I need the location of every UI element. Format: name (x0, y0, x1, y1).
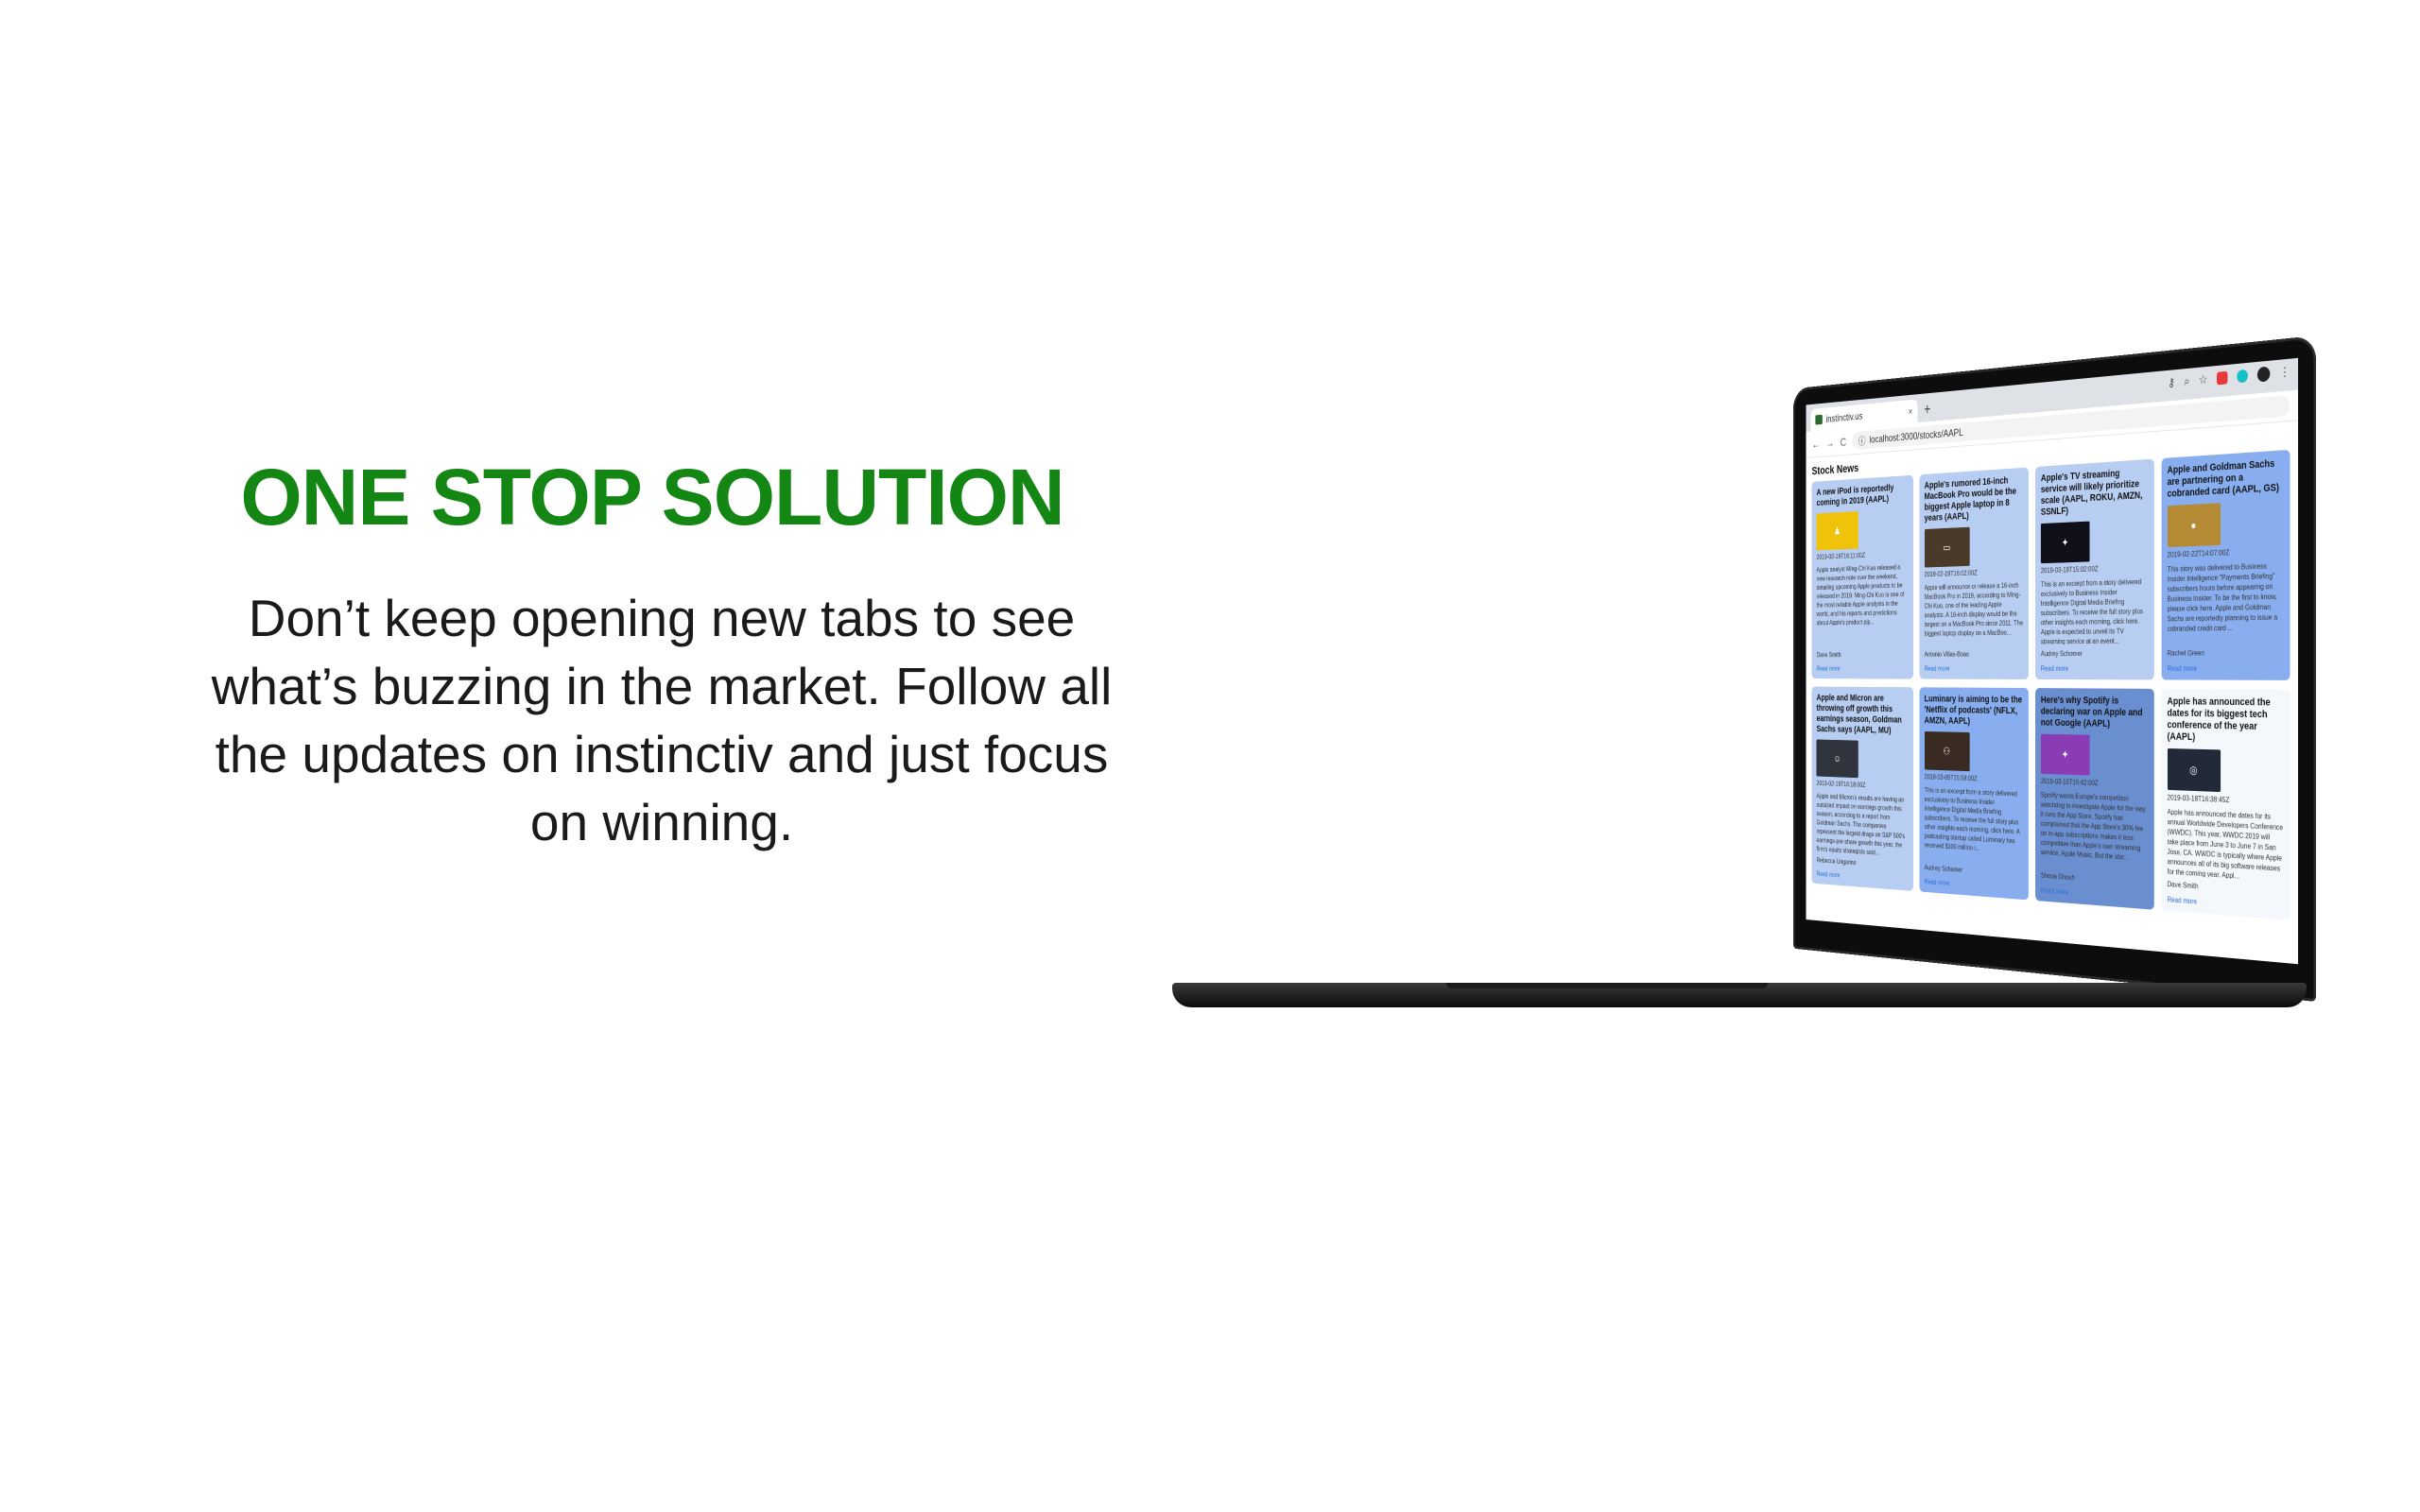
news-thumbnail: ✦ (2040, 521, 2090, 564)
laptop-icon: ▭ (1943, 541, 1951, 554)
read-more-link[interactable]: Read more (2168, 896, 2284, 913)
profile-avatar[interactable] (2256, 366, 2271, 383)
news-card-date: 2019-02-19T16:11:00Z (1816, 551, 1865, 561)
news-card-title: Apple has announced the dates for its bi… (2167, 696, 2271, 743)
hero-title: ONE STOP SOLUTION (240, 453, 1064, 541)
new-tab-button[interactable]: + (1924, 401, 1930, 419)
browser-tab-title: instinctiv.us (1825, 409, 1863, 425)
news-card-author: Antonio Villas-Boas (1924, 650, 1969, 659)
news-card-title: Luminary is aiming to be the 'Netflix of… (1924, 694, 2023, 727)
news-card-author: Audrey Schomer (2040, 649, 2083, 659)
extension-teal-icon[interactable] (2237, 369, 2248, 384)
laptop-notch (1446, 983, 1768, 988)
news-card[interactable]: Luminary is aiming to be the 'Netflix of… (1919, 687, 2029, 901)
news-card-body: This story was delivered to Business Ins… (2167, 561, 2278, 633)
news-card[interactable]: Here's why Spotify is declaring war on A… (2035, 688, 2154, 910)
news-card-author: Shona Ghosh (2040, 871, 2075, 883)
news-card-body: This is an excerpt from a story delivere… (1924, 786, 2020, 852)
news-card-title: A new iPod is reportedly coming in 2019 … (1816, 483, 1894, 508)
news-card[interactable]: Apple's rumored 16-inch MacBook Pro woul… (1919, 467, 2029, 679)
person-silhouette-icon: ♟ (1834, 524, 1841, 538)
favicon-icon (1815, 414, 1823, 425)
news-thumbnail: ☺ (1816, 739, 1858, 779)
stage-icon: ✦ (2061, 536, 2069, 549)
hero-text: Don’t keep opening new tabs to see what’… (211, 589, 1113, 851)
laptop-screen: instinctiv.us × + ⚷ ⌕ ☆ ⋮ ← → C ⓘ localh… (1806, 357, 2299, 965)
read-more-link[interactable]: Read more (1817, 665, 1909, 673)
news-card-body: Apple and Micron's results are having an… (1816, 792, 1906, 857)
apple-logo-icon: ● (2190, 519, 2197, 532)
reload-button[interactable]: C (1841, 435, 1846, 448)
news-card[interactable]: Apple has announced the dates for its bi… (2161, 688, 2290, 920)
news-card-title: Apple's rumored 16-inch MacBook Pro woul… (1924, 475, 2016, 524)
news-card-date: 2019-02-19T16:18:00Z (1816, 779, 1866, 789)
news-card-date: 2019-03-05T15:58:00Z (1924, 772, 1978, 783)
news-grid: A new iPod is reportedly coming in 2019 … (1811, 449, 2290, 920)
read-more-link[interactable]: Read more (2041, 886, 2148, 902)
read-more-link[interactable]: Read more (1817, 870, 1909, 885)
news-card-body: Spotify wants Europe's competition watch… (2040, 791, 2146, 862)
address-url: localhost:3000/stocks/AAPL (1869, 425, 1963, 446)
key-icon[interactable]: ⚷ (2168, 375, 2175, 390)
news-card-date: 2019-03-15T15:42:00Z (2040, 777, 2099, 788)
people-icon: ⚇ (1943, 745, 1950, 758)
read-more-link[interactable]: Read more (2168, 664, 2284, 673)
news-thumbnail: ◎ (2167, 747, 2221, 793)
news-card-author: Dave Smith (1816, 651, 1841, 659)
news-card-title: Apple and Goldman Sachs are partnering o… (2167, 457, 2279, 500)
news-card[interactable]: Apple and Goldman Sachs are partnering o… (2161, 449, 2290, 680)
news-card-title: Apple's TV streaming service will likely… (2040, 468, 2143, 518)
news-thumbnail: ⚇ (1924, 730, 1970, 772)
news-card[interactable]: A new iPod is reportedly coming in 2019 … (1811, 474, 1913, 679)
news-thumbnail: ✦ (2040, 733, 2090, 776)
news-card-author: Rachel Green (2167, 648, 2204, 658)
read-more-link[interactable]: Read more (2041, 664, 2148, 673)
stock-news-page: Stock News A new iPod is reportedly comi… (1806, 421, 2298, 926)
star-icon[interactable]: ☆ (2199, 372, 2207, 387)
news-card[interactable]: Apple and Micron are throwing off growth… (1811, 686, 1913, 891)
news-card-date: 2019-03-18T16:38:45Z (2167, 793, 2230, 805)
news-thumbnail: ▭ (1924, 526, 1970, 568)
read-more-link[interactable]: Read more (1925, 878, 2023, 893)
globe-icon: ◎ (2189, 763, 2198, 777)
news-card-body: Apple has announced the dates for its an… (2167, 807, 2284, 881)
read-more-link[interactable]: Read more (1925, 664, 2023, 673)
news-card-date: 2019-02-19T16:02:00Z (1924, 569, 1978, 578)
person-icon: ☺ (1833, 752, 1841, 765)
back-button[interactable]: ← (1812, 438, 1821, 451)
news-thumbnail: ♟ (1816, 511, 1858, 551)
news-card-author: Rebecca Ungarino (1816, 856, 1857, 867)
laptop-lid: instinctiv.us × + ⚷ ⌕ ☆ ⋮ ← → C ⓘ localh… (1792, 335, 2316, 1002)
laptop-mockup: instinctiv.us × + ⚷ ⌕ ☆ ⋮ ← → C ⓘ localh… (1172, 335, 2325, 1025)
laptop-base (1172, 983, 2307, 1007)
news-thumbnail: ● (2167, 503, 2221, 548)
extension-red-icon[interactable] (2217, 370, 2228, 386)
news-card-title: Here's why Spotify is declaring war on A… (2040, 695, 2143, 730)
stage-icon: ✦ (2061, 747, 2069, 762)
news-card-body: Apple analyst Ming-Chi Kuo released a ne… (1816, 563, 1905, 627)
news-card[interactable]: Apple's TV streaming service will likely… (2035, 458, 2154, 680)
extensions-bar: ⚷ ⌕ ☆ ⋮ (2168, 365, 2290, 390)
news-card-title: Apple and Micron are throwing off growth… (1816, 693, 1902, 736)
news-card-date: 2019-03-19T15:02:00Z (2040, 564, 2099, 576)
search-icon[interactable]: ⌕ (2184, 374, 2189, 389)
news-card-date: 2019-02-22T14:07:00Z (2167, 548, 2230, 559)
info-icon: ⓘ (1858, 434, 1866, 447)
menu-dots-icon[interactable]: ⋮ (2279, 365, 2290, 381)
close-tab-icon[interactable]: × (1909, 405, 1913, 418)
news-card-body: This is an excerpt from a story delivere… (2040, 577, 2144, 645)
news-card-author: Dave Smith (2167, 880, 2199, 891)
news-card-author: Audrey Schomer (1924, 863, 1963, 874)
forward-button[interactable]: → (1826, 436, 1835, 449)
news-card-body: Apple will announce or release a 16-inch… (1924, 581, 2024, 638)
